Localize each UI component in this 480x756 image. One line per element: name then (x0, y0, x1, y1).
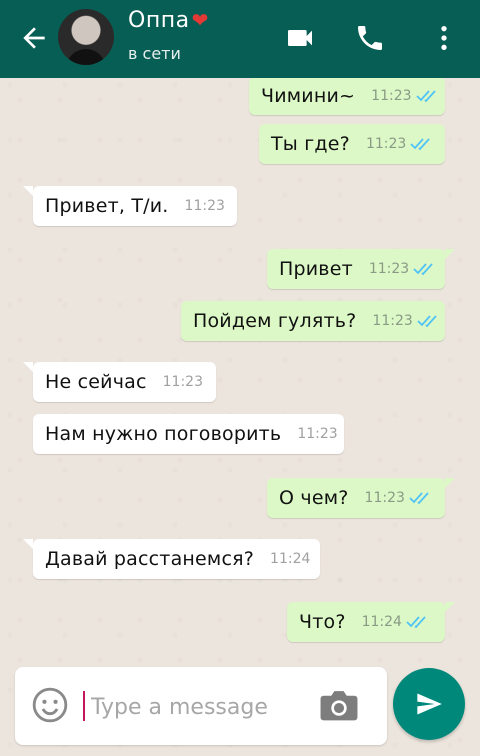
message-meta: 11:23 (163, 374, 203, 390)
message-outgoing[interactable]: Чимини~ 11:23 (249, 77, 445, 115)
contact-name[interactable]: Оппа ❤ (128, 8, 209, 33)
message-text: Не сейчас (45, 371, 147, 393)
message-meta: 11:23 (366, 136, 432, 152)
message-meta: 11:23 (372, 313, 438, 329)
message-incoming[interactable]: Нам нужно поговорить 11:23 (33, 414, 344, 454)
message-text: О чем? (279, 487, 349, 509)
message-text: Привет (279, 258, 353, 280)
message-time: 11:23 (368, 261, 410, 277)
message-composer (15, 667, 387, 745)
double-check-icon (409, 492, 429, 505)
message-outgoing[interactable]: Привет 11:23 (267, 249, 455, 289)
message-text: Что? (299, 611, 346, 633)
message-input[interactable] (89, 687, 313, 727)
message-meta: 11:23 (297, 426, 337, 442)
videocam-icon[interactable] (284, 22, 316, 54)
double-check-icon (410, 138, 430, 151)
emoji-icon[interactable] (31, 686, 69, 724)
message-incoming[interactable]: Давай расстанемся? 11:24 (23, 539, 320, 579)
send-button[interactable] (393, 668, 465, 740)
double-check-icon (417, 315, 437, 328)
message-time: 11:24 (270, 551, 311, 567)
message-text: Пойдем гулять? (193, 310, 357, 332)
heart-emoji: ❤ (191, 8, 209, 32)
avatar[interactable] (58, 9, 114, 65)
message-meta: 11:24 (362, 614, 428, 630)
more-vert-icon[interactable] (428, 22, 460, 54)
message-text: Чимини~ (261, 85, 356, 107)
message-incoming[interactable]: Не сейчас 11:23 (23, 362, 216, 402)
phone-icon[interactable] (354, 22, 386, 54)
message-outgoing[interactable]: Ты где? 11:23 (259, 124, 445, 164)
message-time: 11:23 (365, 136, 407, 152)
message-time: 11:23 (364, 490, 405, 506)
message-text: Нам нужно поговорить (45, 423, 282, 445)
message-time: 11:23 (162, 374, 203, 390)
message-time: 11:23 (184, 198, 225, 214)
contact-status: в сети (128, 44, 181, 63)
message-text: Давай расстанемся? (45, 548, 255, 570)
message-meta: 11:23 (185, 198, 225, 214)
message-meta: 11:23 (371, 88, 437, 104)
message-outgoing[interactable]: О чем? 11:23 (267, 478, 455, 518)
message-meta: 11:24 (270, 551, 310, 567)
message-outgoing[interactable]: Пойдем гулять? 11:23 (181, 301, 445, 341)
message-text: Привет, Т/и. (45, 195, 169, 217)
message-meta: 11:23 (365, 490, 431, 506)
text-cursor (83, 691, 85, 721)
double-check-icon (413, 263, 433, 276)
double-check-icon (406, 616, 426, 629)
message-meta: 11:23 (369, 261, 435, 277)
contact-name-text: Оппа (128, 8, 190, 33)
message-time: 11:23 (372, 313, 413, 329)
message-time: 11:23 (297, 426, 338, 442)
message-text: Ты где? (271, 133, 350, 155)
send-icon (417, 693, 442, 715)
message-time: 11:23 (371, 88, 412, 104)
arrow-back-icon[interactable] (18, 22, 50, 54)
message-incoming[interactable]: Привет, Т/и. 11:23 (23, 186, 237, 226)
chat-header: Оппа ❤ в сети (0, 0, 480, 78)
camera-icon[interactable] (319, 687, 359, 723)
double-check-icon (415, 90, 436, 103)
message-outgoing[interactable]: Что? 11:24 (287, 602, 455, 642)
message-time: 11:24 (361, 614, 402, 630)
